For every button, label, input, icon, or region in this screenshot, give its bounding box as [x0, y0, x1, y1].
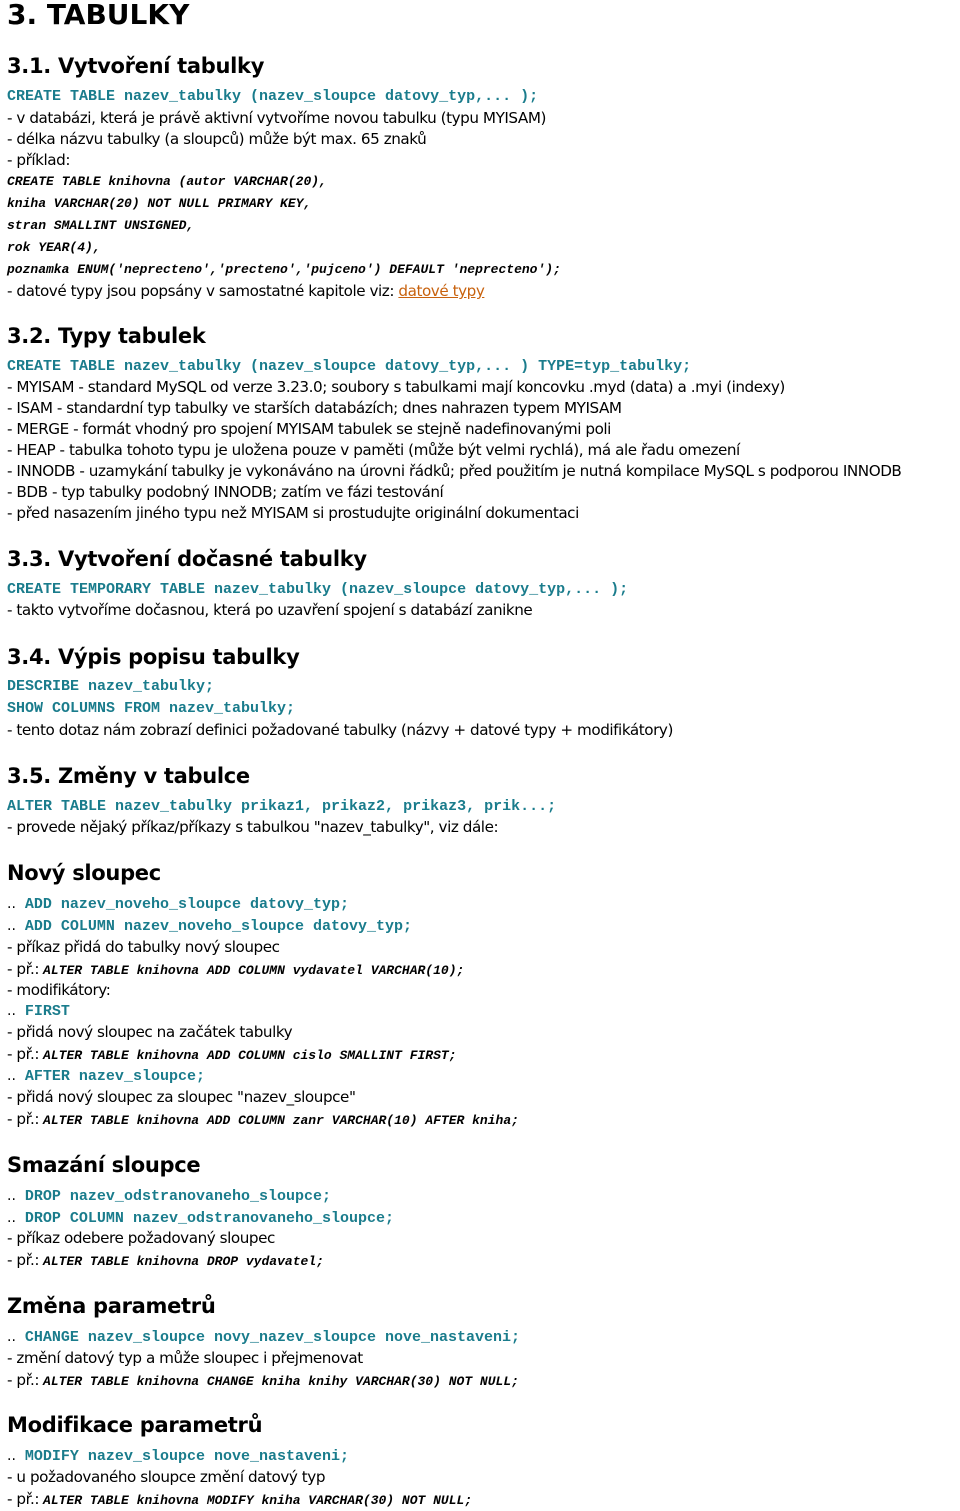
syntax-add: .. ADD nazev_noveho_sloupce datovy_typ;: [7, 894, 349, 915]
table-type-item: - MERGE - formát vhodný pro spojení MYIS…: [7, 420, 611, 438]
see-also-line: - datové typy jsou popsány v samostatné …: [7, 281, 485, 301]
syntax-add-column: .. ADD COLUMN nazev_noveho_sloupce datov…: [7, 916, 412, 937]
note-line: - takto vytvoříme dočasnou, která po uza…: [7, 601, 533, 619]
example-prefix: - př.:: [7, 1371, 40, 1389]
example-prefix: - př.:: [7, 960, 40, 978]
syntax-drop: .. DROP nazev_odstranovaneho_sloupce;: [7, 1186, 331, 1207]
example-prefix: - př.:: [7, 1110, 40, 1128]
example-line: poznamka ENUM('neprecteno','precteno','p…: [7, 262, 561, 277]
syntax-alter-table: ALTER TABLE nazev_tabulky prikaz1, prika…: [7, 798, 557, 815]
bullet-dots: ..: [7, 1210, 16, 1226]
note-line: - v databázi, která je právě aktivní vyt…: [7, 109, 546, 127]
example-code: ALTER TABLE knihovna CHANGE kniha knihy …: [43, 1374, 519, 1389]
note-line: - tento dotaz nám zobrazí definici požad…: [7, 721, 673, 739]
example-code: ALTER TABLE knihovna ADD COLUMN zanr VAR…: [43, 1113, 519, 1128]
syntax-create-table-type: CREATE TABLE nazev_tabulky (nazev_sloupc…: [7, 358, 692, 375]
chapter-title: 3. TABULKY: [7, 0, 190, 31]
syntax-describe: DESCRIBE nazev_tabulky;: [7, 678, 215, 695]
description: - příkaz odebere požadovaný sloupec: [7, 1229, 275, 1247]
example-prefix: - př.:: [7, 1490, 40, 1508]
bullet-dots: ..: [7, 896, 16, 912]
example-code: ALTER TABLE knihovna DROP vydavatel;: [43, 1254, 324, 1269]
bullet-dots: ..: [7, 918, 16, 934]
note-line: - délka názvu tabulky (a sloupců) může b…: [7, 130, 427, 148]
syntax-modify: .. MODIFY nazev_sloupce nove_nastaveni;: [7, 1446, 349, 1467]
example-line: kniha VARCHAR(20) NOT NULL PRIMARY KEY,: [7, 196, 312, 211]
example-line: - př.: ALTER TABLE knihovna ADD COLUMN v…: [7, 959, 464, 981]
syntax-create-table: CREATE TABLE nazev_tabulky (nazev_sloupc…: [7, 88, 539, 105]
example-line: - př.: ALTER TABLE knihovna CHANGE kniha…: [7, 1370, 519, 1392]
datove-typy-link[interactable]: datové typy: [398, 282, 484, 300]
example-line: - př.: ALTER TABLE knihovna MODIFY kniha…: [7, 1489, 472, 1511]
bullet-dots: ..: [7, 1003, 16, 1019]
bullet-dots: ..: [7, 1068, 16, 1084]
syntax-text: CHANGE nazev_sloupce novy_nazev_sloupce …: [24, 1329, 521, 1346]
section-heading-3-2: 3.2. Typy tabulek: [7, 324, 206, 348]
example-code: ALTER TABLE knihovna ADD COLUMN cislo SM…: [43, 1048, 457, 1063]
see-also-text: - datové typy jsou popsány v samostatné …: [7, 282, 399, 300]
table-type-item: - MYISAM - standard MySQL od verze 3.23.…: [7, 378, 785, 396]
table-type-item: - BDB - typ tabulky podobný INNODB; zatí…: [7, 483, 444, 501]
syntax-after: .. AFTER nazev_sloupce;: [7, 1066, 205, 1087]
syntax-text: AFTER nazev_sloupce;: [24, 1068, 205, 1085]
table-type-item: - HEAP - tabulka tohoto typu je uložena …: [7, 441, 740, 459]
modifiers-label: - modifikátory:: [7, 981, 111, 999]
bullet-dots: ..: [7, 1329, 16, 1345]
example-line: - př.: ALTER TABLE knihovna ADD COLUMN c…: [7, 1044, 457, 1066]
note-line: - příklad:: [7, 151, 70, 169]
subheading-smazani-sloupce: Smazání sloupce: [7, 1153, 201, 1177]
section-heading-3-5: 3.5. Změny v tabulce: [7, 764, 250, 788]
section-heading-3-1: 3.1. Vytvoření tabulky: [7, 54, 265, 78]
table-type-item: - ISAM - standardní typ tabulky ve starš…: [7, 399, 622, 417]
subheading-modifikace-parametru: Modifikace parametrů: [7, 1413, 263, 1437]
example-code: ALTER TABLE knihovna MODIFY kniha VARCHA…: [43, 1493, 473, 1508]
table-type-item: - před nasazením jiného typu než MYISAM …: [7, 504, 579, 522]
description: - změní datový typ a může sloupec i přej…: [7, 1349, 363, 1367]
description: - u požadovaného sloupce změní datový ty…: [7, 1468, 326, 1486]
syntax-text: MODIFY nazev_sloupce nove_nastaveni;: [24, 1448, 349, 1465]
example-line: - př.: ALTER TABLE knihovna DROP vydavat…: [7, 1250, 324, 1272]
syntax-change: .. CHANGE nazev_sloupce novy_nazev_sloup…: [7, 1327, 520, 1348]
example-line: CREATE TABLE knihovna (autor VARCHAR(20)…: [7, 174, 327, 189]
example-line: stran SMALLINT UNSIGNED,: [7, 218, 195, 233]
syntax-text: FIRST: [24, 1003, 70, 1020]
example-code: ALTER TABLE knihovna ADD COLUMN vydavate…: [43, 963, 465, 978]
subheading-zmena-parametru: Změna parametrů: [7, 1294, 216, 1318]
bullet-dots: ..: [7, 1188, 16, 1204]
bullet-dots: ..: [7, 1448, 16, 1464]
example-line: - př.: ALTER TABLE knihovna ADD COLUMN z…: [7, 1109, 519, 1131]
description: - přidá nový sloupec na začátek tabulky: [7, 1023, 293, 1041]
example-prefix: - př.:: [7, 1045, 40, 1063]
syntax-drop-column: .. DROP COLUMN nazev_odstranovaneho_slou…: [7, 1208, 394, 1229]
syntax-text: ADD nazev_noveho_sloupce datovy_typ;: [24, 896, 349, 913]
syntax-create-temporary: CREATE TEMPORARY TABLE nazev_tabulky (na…: [7, 581, 629, 598]
table-type-item: - INNODB - uzamykání tabulky je vykonává…: [7, 462, 902, 480]
example-prefix: - př.:: [7, 1251, 40, 1269]
syntax-show-columns: SHOW COLUMNS FROM nazev_tabulky;: [7, 700, 296, 717]
syntax-text: ADD COLUMN nazev_noveho_sloupce datovy_t…: [24, 918, 412, 935]
description: - příkaz přidá do tabulky nový sloupec: [7, 938, 280, 956]
description: - přidá nový sloupec za sloupec "nazev_s…: [7, 1088, 356, 1106]
example-line: rok YEAR(4),: [7, 240, 101, 255]
syntax-text: DROP COLUMN nazev_odstranovaneho_sloupce…: [24, 1210, 394, 1227]
subheading-novy-sloupec: Nový sloupec: [7, 861, 161, 885]
section-heading-3-4: 3.4. Výpis popisu tabulky: [7, 645, 300, 669]
syntax-first: .. FIRST: [7, 1001, 70, 1022]
syntax-text: DROP nazev_odstranovaneho_sloupce;: [24, 1188, 331, 1205]
note-line: - provede nějaký příkaz/příkazy s tabulk…: [7, 818, 499, 836]
section-heading-3-3: 3.3. Vytvoření dočasné tabulky: [7, 547, 367, 571]
